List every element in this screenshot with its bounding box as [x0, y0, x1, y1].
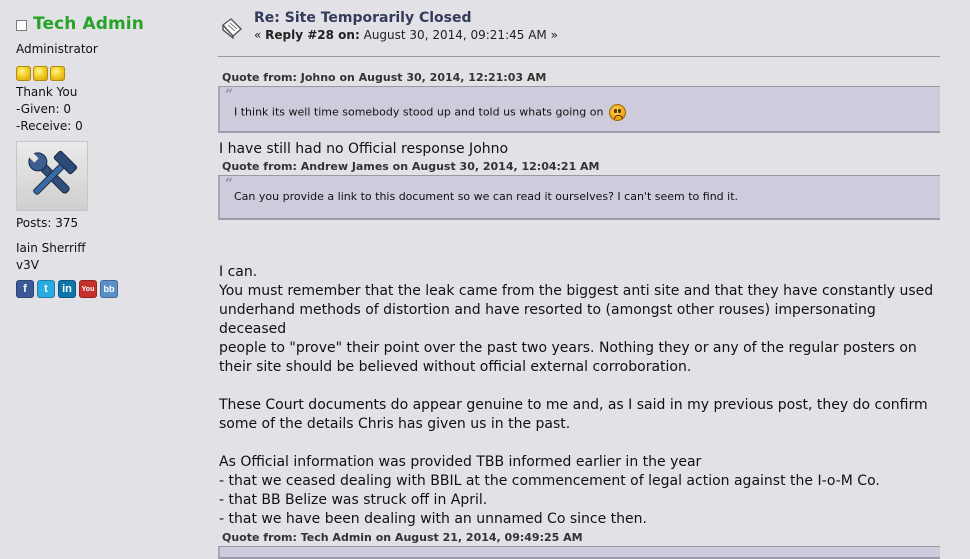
body-line: - that BB Belize was struck off in April… [219, 492, 488, 508]
reply-close-quote: » [550, 28, 558, 42]
post-subject-link[interactable]: Re: Site Temporarily Closed [254, 10, 472, 26]
online-status-icon [16, 19, 27, 31]
quote-mark-icon: “ [225, 176, 234, 192]
quote-body [218, 547, 940, 559]
poster-name-link[interactable]: Tech Admin [33, 14, 144, 34]
reply-number: Reply #28 on: [265, 28, 360, 42]
quote-text: Can you provide a link to this document … [234, 190, 739, 203]
body-line: I can. [219, 264, 258, 280]
body-line: people to "prove" their point over the p… [219, 340, 917, 356]
poster-real-name: Iain Sherriff [16, 241, 86, 255]
reply-text: I have still had no Official response Jo… [219, 141, 509, 157]
quote-header-link[interactable]: Quote from: Tech Admin on August 21, 201… [218, 531, 940, 547]
facebook-icon[interactable]: f [16, 280, 34, 298]
quote-header-link[interactable]: Quote from: Andrew James on August 30, 2… [218, 160, 940, 176]
social-links: f t in You bb [16, 280, 206, 298]
poster-name-row: Tech Admin [16, 12, 206, 36]
body-line: - that we have been dealing with an unna… [219, 511, 647, 527]
poster-rank: Administrator [16, 42, 98, 56]
body-line: underhand methods of distortion and have… [219, 302, 876, 337]
poster-signature: v3V [16, 258, 39, 272]
post-count: Posts: 375 [16, 216, 79, 230]
reply-open-quote: « [254, 28, 262, 42]
sad-smiley-icon [608, 104, 626, 121]
post: Re: Site Temporarily Closed « Reply #28 … [218, 0, 940, 559]
poster-info: Tech Admin Administrator Thank You -Give… [16, 12, 206, 298]
blogger-icon[interactable]: bb [100, 280, 118, 298]
reply-info: « Reply #28 on: August 30, 2014, 09:21:4… [254, 28, 558, 42]
star-icon [16, 66, 31, 81]
thanks-received: -Receive: 0 [16, 119, 83, 133]
quote-text-content: I think its well time somebody stood up … [234, 105, 604, 119]
youtube-icon[interactable]: You [79, 280, 97, 298]
star-icon [50, 66, 65, 81]
topic-icon [221, 18, 243, 39]
quote-block: Quote from: Tech Admin on August 21, 201… [218, 531, 940, 559]
rank-stars [16, 66, 206, 81]
tools-icon [28, 150, 78, 195]
body-line: - that we ceased dealing with BBIL at th… [219, 473, 880, 489]
body-line: their site should be believed without of… [219, 359, 692, 375]
body-line: As Official information was provided TBB… [219, 454, 702, 470]
quote-block: Quote from: Andrew James on August 30, 2… [218, 160, 940, 220]
quote-body: “ Can you provide a link to this documen… [218, 176, 940, 220]
post-header: Re: Site Temporarily Closed « Reply #28 … [218, 0, 940, 57]
body-line: These Court documents do appear genuine … [219, 397, 928, 413]
thanks-given: -Given: 0 [16, 102, 71, 116]
body-line: You must remember that the leak came fro… [219, 283, 934, 299]
body-line: some of the details Chris has given us i… [219, 416, 571, 432]
star-icon [33, 66, 48, 81]
quote-block: Quote from: Johno on August 30, 2014, 12… [218, 71, 940, 133]
twitter-icon[interactable]: t [37, 280, 55, 298]
quote-header-link[interactable]: Quote from: Johno on August 30, 2014, 12… [218, 71, 940, 87]
quote-text: I think its well time somebody stood up … [234, 104, 626, 121]
quote-mark-icon: “ [225, 87, 234, 103]
reply-date: August 30, 2014, 09:21:45 AM [363, 28, 547, 42]
post-body: I can. You must remember that the leak c… [219, 263, 941, 529]
avatar[interactable] [16, 141, 88, 211]
linkedin-icon[interactable]: in [58, 280, 76, 298]
quote-body: “ I think its well time somebody stood u… [218, 87, 940, 133]
thank-you-label: Thank You [16, 85, 78, 99]
